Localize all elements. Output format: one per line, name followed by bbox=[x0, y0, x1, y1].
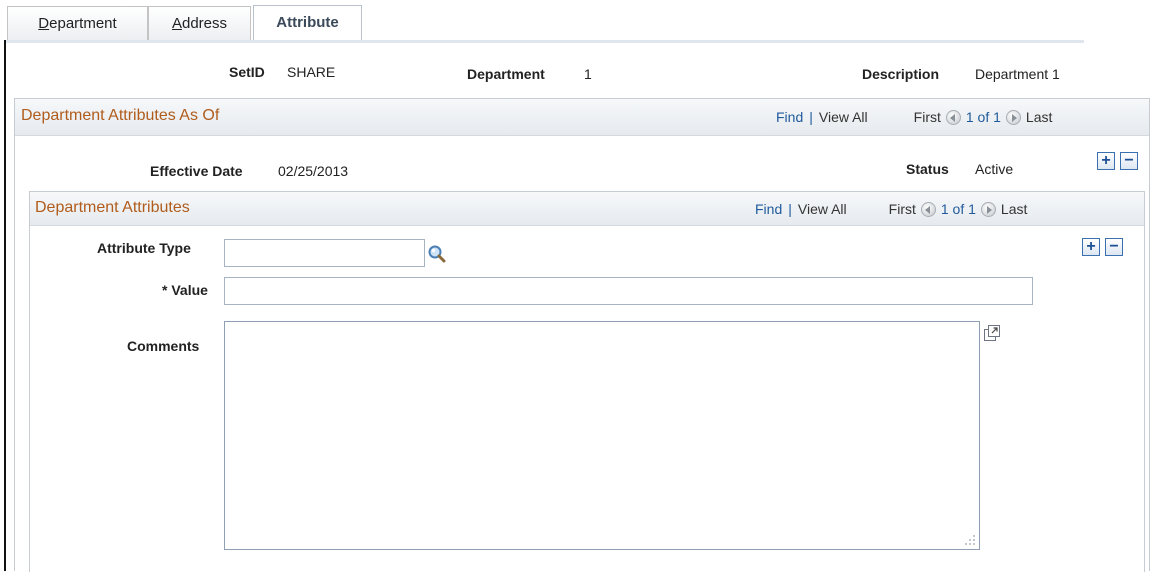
inner-last-link[interactable]: Last bbox=[1001, 201, 1027, 217]
find-link[interactable]: Find bbox=[776, 109, 803, 125]
attribute-type-label: Attribute Type bbox=[97, 240, 191, 256]
inner-row-count: 1 of 1 bbox=[940, 201, 976, 217]
search-icon[interactable] bbox=[427, 244, 447, 264]
setid-value: SHARE bbox=[287, 64, 336, 80]
description-label: Description bbox=[862, 66, 940, 82]
tab-attribute-label: Attribute bbox=[276, 14, 339, 31]
next-icon[interactable] bbox=[1005, 109, 1021, 125]
inner-add-row-button[interactable]: + bbox=[1082, 238, 1100, 256]
first-link[interactable]: First bbox=[914, 109, 941, 125]
setid-label: SetID bbox=[229, 64, 265, 80]
department-label: Department bbox=[467, 66, 545, 82]
delete-row-button[interactable]: − bbox=[1120, 152, 1138, 170]
expand-icon[interactable] bbox=[983, 324, 1001, 342]
status-value: Active bbox=[975, 161, 1014, 177]
tab-department-accesskey: D bbox=[38, 15, 50, 32]
previous-icon[interactable] bbox=[945, 109, 961, 125]
comments-label: Comments bbox=[127, 338, 200, 354]
value-label: * Value bbox=[162, 282, 208, 298]
tab-department[interactable]: Department bbox=[7, 6, 148, 41]
attribute-type-input[interactable] bbox=[224, 239, 425, 267]
inner-section-title: Department Attributes bbox=[35, 199, 190, 216]
add-row-button[interactable]: + bbox=[1097, 152, 1115, 170]
comments-textarea[interactable] bbox=[224, 321, 980, 550]
resize-grip-icon[interactable] bbox=[964, 534, 976, 546]
inner-view-all-link[interactable]: View All bbox=[798, 201, 847, 217]
department-attributes-as-of-section: Department Attributes As Of Find | View … bbox=[14, 98, 1150, 572]
tab-address-accesskey: A bbox=[171, 15, 182, 32]
description-value: Department 1 bbox=[975, 66, 1060, 82]
tab-divider bbox=[4, 40, 1084, 43]
section-header: Department Attributes As Of Find | View … bbox=[15, 99, 1149, 136]
inner-delete-row-button[interactable]: − bbox=[1105, 238, 1123, 256]
nav-separator: | bbox=[809, 109, 813, 125]
inner-first-link[interactable]: First bbox=[889, 201, 916, 217]
department-value: 1 bbox=[584, 66, 592, 82]
effective-date-value: 02/25/2013 bbox=[278, 163, 349, 179]
section-title: Department Attributes As Of bbox=[21, 107, 220, 124]
tab-address[interactable]: Address bbox=[148, 6, 251, 41]
section-nav: Find | View All First 1 of 1 Last bbox=[776, 109, 1052, 125]
inner-next-icon[interactable] bbox=[980, 201, 996, 217]
inner-section-nav: Find | View All First 1 of 1 Last bbox=[755, 201, 1027, 217]
inner-find-link[interactable]: Find bbox=[755, 201, 782, 217]
effective-date-label: Effective Date bbox=[150, 163, 243, 179]
department-attributes-section: Department Attributes Find | View All Fi… bbox=[29, 191, 1145, 572]
tab-address-label: ddress bbox=[181, 15, 228, 32]
status-label: Status bbox=[906, 161, 949, 177]
inner-section-header: Department Attributes Find | View All Fi… bbox=[30, 192, 1144, 226]
row-count: 1 of 1 bbox=[965, 109, 1001, 125]
value-input[interactable] bbox=[224, 277, 1033, 305]
tab-department-label: epartment bbox=[49, 15, 117, 32]
inner-nav-separator: | bbox=[788, 201, 792, 217]
inner-previous-icon[interactable] bbox=[920, 201, 936, 217]
last-link[interactable]: Last bbox=[1026, 109, 1052, 125]
view-all-link[interactable]: View All bbox=[819, 109, 868, 125]
left-border bbox=[4, 40, 6, 571]
tab-attribute[interactable]: Attribute bbox=[253, 5, 362, 42]
